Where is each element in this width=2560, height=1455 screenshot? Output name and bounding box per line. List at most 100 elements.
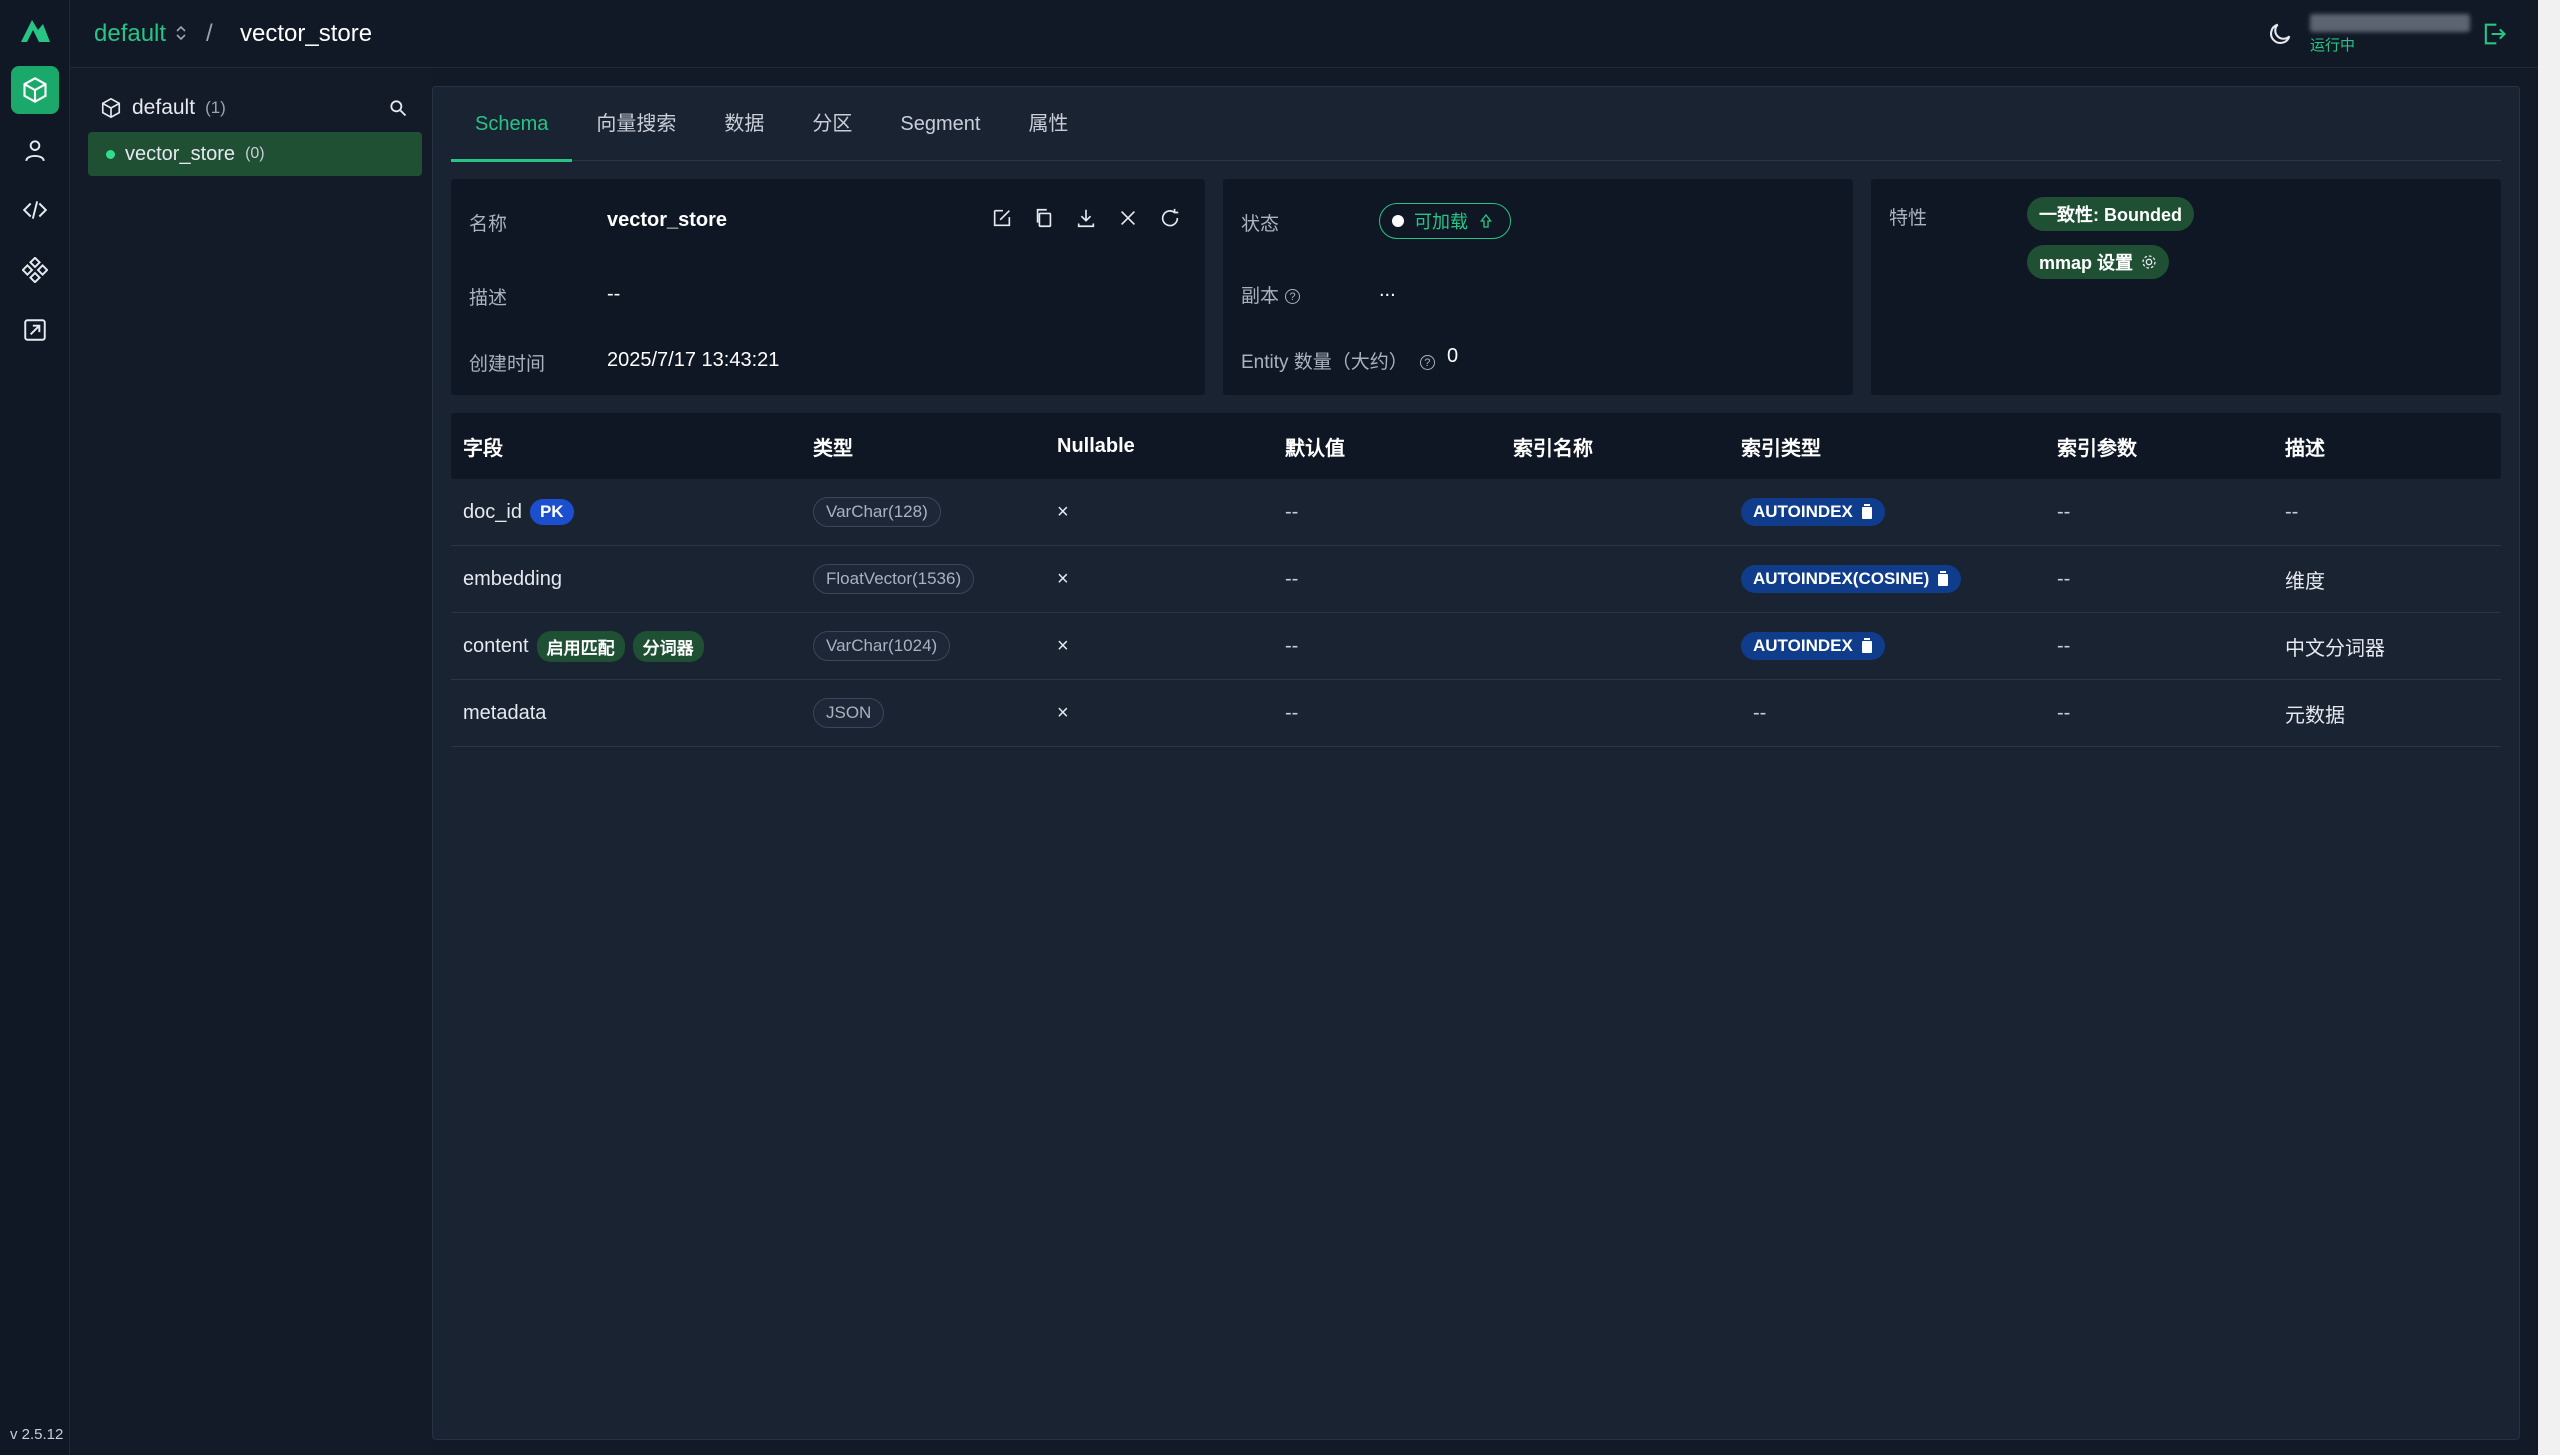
tab-vector-search[interactable]: 向量搜索 xyxy=(572,87,700,161)
field-description: 中文分词器 xyxy=(2285,637,2385,660)
index-type-badge[interactable]: AUTOINDEX xyxy=(1741,498,1885,526)
status-label: 状态 xyxy=(1241,214,1280,235)
analyzer-badge: 分词器 xyxy=(632,630,704,662)
download-icon[interactable] xyxy=(1075,207,1099,231)
window-scrollbar[interactable] xyxy=(2538,0,2560,1455)
status-card: 状态 可加载 副本? ... Entity 数量（大约）? 0 xyxy=(1223,179,1853,395)
tree-database-item[interactable]: default (1) xyxy=(100,96,226,120)
breadcrumb-separator: / xyxy=(206,20,213,47)
status-dot xyxy=(1392,215,1404,227)
column-header: 索引类型 xyxy=(1741,437,1821,460)
load-action-icon xyxy=(1479,213,1493,228)
table-row: doc_id PK VarChar(128) × -- AUTOINDEX -- … xyxy=(451,479,2501,546)
pk-badge: PK xyxy=(529,499,574,525)
field-description: 元数据 xyxy=(2285,704,2345,727)
version-label: v 2.5.12 xyxy=(10,1426,64,1443)
tree-database-name: default xyxy=(132,96,196,119)
index-params: -- xyxy=(2057,567,2071,590)
entity-count-value: 0 xyxy=(1447,345,1459,367)
index-type-text: AUTOINDEX xyxy=(1753,636,1853,655)
gear-icon xyxy=(2142,255,2156,269)
nullable-value: × xyxy=(1057,701,1069,724)
nullable-value: × xyxy=(1057,500,1069,523)
search-icon[interactable] xyxy=(388,98,408,118)
trash-icon[interactable] xyxy=(1861,638,1873,654)
table-header: 字段 类型 Nullable 默认值 索引名称 索引类型 索引参数 描述 xyxy=(451,413,2501,479)
tree-database-count: (1) xyxy=(205,98,226,117)
tab-data[interactable]: 数据 xyxy=(700,87,788,161)
tab-segment[interactable]: Segment xyxy=(876,87,1004,161)
main-panel: Schema 向量搜索 数据 分区 Segment 属性 名称 vector_s… xyxy=(432,86,2520,1440)
milvus-logo-icon[interactable] xyxy=(18,16,52,44)
field-description: -- xyxy=(2285,500,2299,523)
index-type-text: AUTOINDEX(COSINE) xyxy=(1753,569,1930,588)
load-status-badge[interactable]: 可加载 xyxy=(1379,203,1511,239)
tree-collection-count: (0) xyxy=(245,145,265,162)
tab-properties[interactable]: 属性 xyxy=(1004,87,1092,161)
type-badge: JSON xyxy=(813,698,885,728)
collection-info-card: 名称 vector_store 描述 -- 创建时间 2025/7/17 13:… xyxy=(451,179,1205,395)
default-value: -- xyxy=(1285,567,1299,590)
field-name: metadata xyxy=(463,701,547,724)
refresh-icon[interactable] xyxy=(1159,207,1183,231)
edit-icon[interactable] xyxy=(991,207,1015,231)
field-name: doc_id xyxy=(463,500,522,523)
nav-code-icon[interactable] xyxy=(11,186,59,234)
nullable-value: × xyxy=(1057,634,1069,657)
collection-actions xyxy=(991,207,1183,231)
help-icon[interactable]: ? xyxy=(1419,355,1435,371)
column-header: 描述 xyxy=(2285,437,2325,460)
index-type-badge[interactable]: AUTOINDEX(COSINE) xyxy=(1741,565,1962,593)
trash-icon[interactable] xyxy=(1937,571,1949,587)
created-label: 创建时间 xyxy=(469,354,546,375)
consistency-badge[interactable]: 一致性: Bounded xyxy=(2027,197,2194,231)
type-badge: VarChar(128) xyxy=(813,497,941,527)
features-card: 特性 一致性: Bounded mmap 设置 xyxy=(1871,179,2501,395)
database-cube-icon xyxy=(101,97,121,119)
collection-tree: default (1) vector_store (0) xyxy=(70,68,432,1455)
nav-play-icon[interactable] xyxy=(11,306,59,354)
collection-name-value: vector_store xyxy=(607,209,728,231)
index-type-value: -- xyxy=(1753,701,1767,724)
collection-status-dot xyxy=(106,149,115,159)
user-status: 运行中 xyxy=(2310,37,2356,54)
tab-partitions[interactable]: 分区 xyxy=(788,87,876,161)
entity-count-label: Entity 数量（大约）? xyxy=(1241,347,1435,374)
nav-users-icon[interactable] xyxy=(11,126,59,174)
schema-table: 字段 类型 Nullable 默认值 索引名称 索引类型 索引参数 描述 doc… xyxy=(451,413,2501,747)
type-badge: VarChar(1024) xyxy=(813,631,951,661)
column-header: 索引名称 xyxy=(1513,437,1593,460)
tree-collection-name: vector_store xyxy=(125,142,236,165)
mmap-settings-badge[interactable]: mmap 设置 xyxy=(2027,245,2170,279)
index-type-badge[interactable]: AUTOINDEX xyxy=(1741,632,1885,660)
help-icon[interactable]: ? xyxy=(1285,289,1301,305)
nullable-value: × xyxy=(1057,567,1069,590)
mmap-label: mmap 设置 xyxy=(2039,253,2134,273)
breadcrumb-database[interactable]: default xyxy=(94,20,166,48)
nav-system-icon[interactable] xyxy=(11,246,59,294)
replica-value: ... xyxy=(1379,279,1396,301)
replica-label: 副本? xyxy=(1241,281,1301,308)
trash-icon[interactable] xyxy=(1861,504,1873,520)
theme-toggle-icon[interactable] xyxy=(2266,20,2294,48)
default-value: -- xyxy=(1285,634,1299,657)
tab-schema[interactable]: Schema xyxy=(451,87,573,162)
column-header: 索引参数 xyxy=(2057,437,2137,460)
type-badge: FloatVector(1536) xyxy=(813,564,975,594)
delete-x-icon[interactable] xyxy=(1117,207,1141,231)
chevron-updown-icon[interactable] xyxy=(174,24,188,42)
index-type-text: AUTOINDEX xyxy=(1753,502,1853,521)
field-description: 维度 xyxy=(2285,570,2325,593)
field-name: embedding xyxy=(463,567,562,590)
logout-icon[interactable] xyxy=(2480,20,2508,48)
tree-collection-item[interactable]: vector_store (0) xyxy=(88,132,422,176)
left-rail: v 2.5.12 xyxy=(0,0,70,1455)
features-label: 特性 xyxy=(1889,208,1928,229)
top-header: default / vector_store 运行中 xyxy=(70,0,2560,68)
default-value: -- xyxy=(1285,701,1299,724)
copy-icon[interactable] xyxy=(1033,207,1057,231)
index-params: -- xyxy=(2057,500,2071,523)
description-label: 描述 xyxy=(469,288,508,309)
breadcrumb-collection: vector_store xyxy=(240,20,373,47)
nav-collections-icon[interactable] xyxy=(11,66,59,114)
